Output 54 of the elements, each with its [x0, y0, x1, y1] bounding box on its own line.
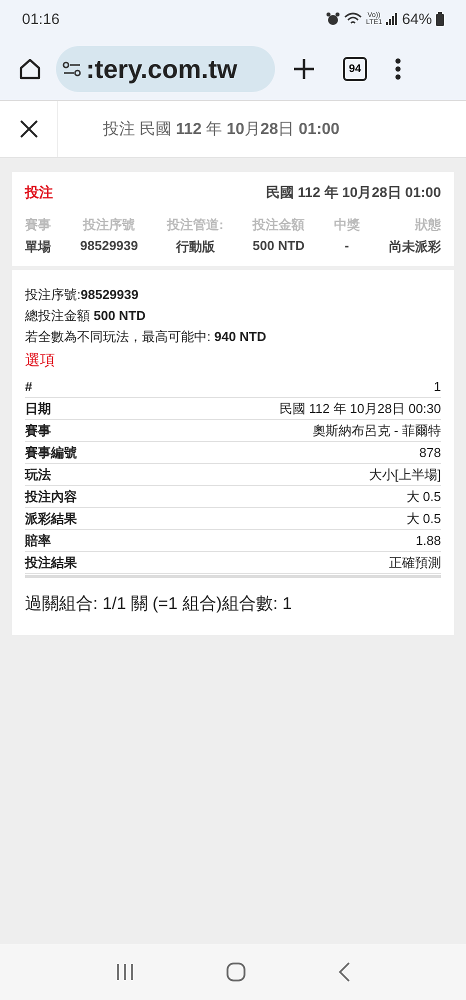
column-label: 賽事: [25, 216, 51, 234]
close-icon[interactable]: [18, 119, 38, 139]
summary-line: 若全數為不同玩法，最高可能中: 940 NTD: [25, 328, 268, 346]
new-tab-icon[interactable]: [293, 58, 315, 80]
row-label: 投注結果: [25, 554, 77, 572]
battery-icon: [436, 12, 444, 26]
battery-percent: 64%: [402, 10, 432, 28]
row-value: 878: [419, 445, 441, 460]
row-value: 大小[上半場]: [368, 466, 441, 484]
row-value: 大 0.5: [406, 510, 441, 528]
row-label: 日期: [25, 400, 51, 418]
column-value: 單場: [25, 238, 51, 256]
row-label: 賠率: [25, 532, 51, 550]
row-label: 賽事: [25, 422, 51, 440]
menu-icon[interactable]: [395, 58, 401, 80]
site-settings-icon[interactable]: [62, 61, 82, 77]
wifi-icon: [344, 12, 362, 26]
section-title: 選項: [25, 351, 56, 370]
recent-apps-icon[interactable]: [115, 963, 136, 981]
row-label: 賽事編號: [25, 444, 77, 462]
row-value: 正確預測: [389, 554, 441, 572]
back-icon[interactable]: [336, 962, 351, 982]
column-value: 行動版: [176, 238, 215, 256]
row-value: 民國 112 年 10月28日 00:30: [279, 400, 441, 418]
column-label: 投注管道:: [167, 216, 224, 234]
card-title: 投注: [25, 184, 53, 202]
home-button-icon[interactable]: [226, 962, 246, 982]
column-label: 狀態: [415, 216, 441, 234]
column-value: -: [344, 238, 350, 253]
alarm-icon: [326, 12, 340, 26]
page-title: 投注 民國 112 年 10月28日 01:00: [103, 120, 340, 140]
column-value: 500 NTD: [252, 238, 305, 253]
home-icon[interactable]: [18, 57, 42, 81]
summary-line: 總投注金額 500 NTD: [25, 307, 147, 325]
row-value: 1.88: [416, 533, 441, 548]
row-value: 1: [434, 379, 441, 394]
column-label: 投注金額: [252, 216, 305, 234]
column-label: 中獎: [334, 216, 360, 234]
row-label: #: [25, 379, 32, 394]
row-label: 玩法: [25, 466, 51, 484]
bet-date: 民國 112 年 10月28日 01:00: [266, 184, 441, 202]
column-value: 尚未派彩: [389, 238, 441, 256]
row-value: 大 0.5: [406, 488, 441, 506]
row-label: 投注內容: [25, 488, 77, 506]
tab-count-button[interactable]: 94: [343, 57, 367, 81]
summary-line: 投注序號:98529939: [25, 286, 140, 304]
address-bar[interactable]: :tery.com.tw: [56, 46, 275, 92]
signal-icon: [386, 13, 398, 25]
column-value: 98529939: [80, 238, 138, 253]
row-value: 奧斯納布呂克 - 菲爾特: [312, 422, 441, 440]
combination-text: 過關組合: 1/1 關 (=1 組合)組合數: 1: [25, 593, 293, 615]
status-time: 01:16: [22, 10, 60, 28]
row-label: 派彩結果: [25, 510, 77, 528]
column-label: 投注序號: [83, 216, 136, 234]
